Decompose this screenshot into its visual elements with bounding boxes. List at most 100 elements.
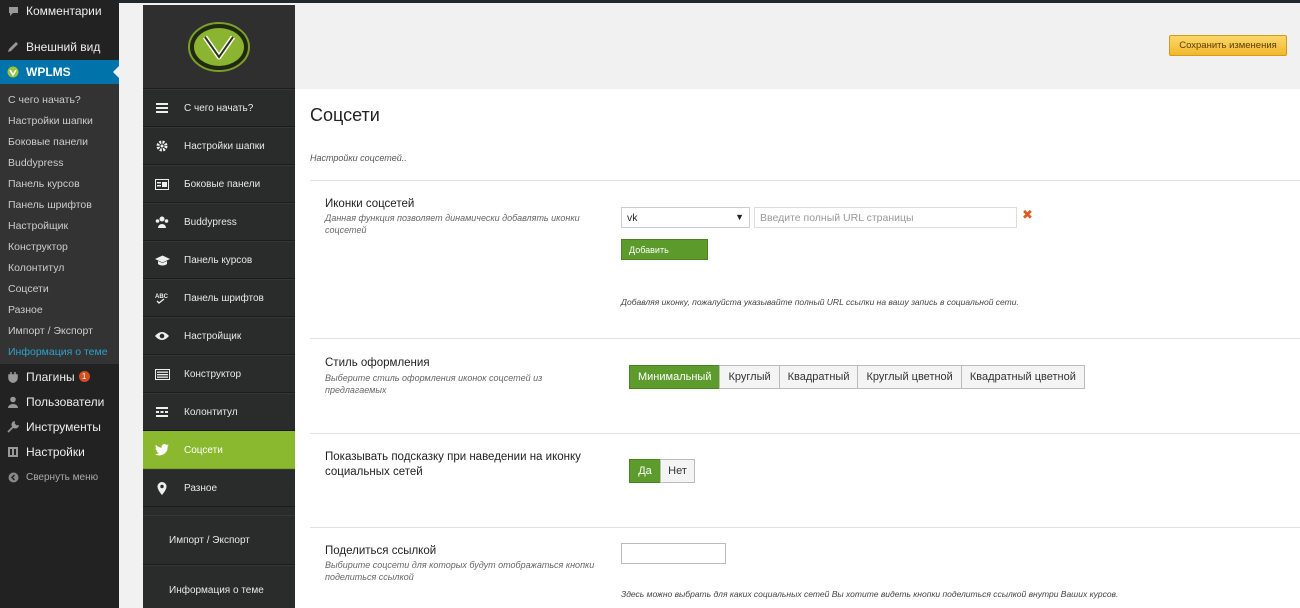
share-networks-input[interactable] — [621, 543, 726, 564]
style-option-minimal[interactable]: Минимальный — [629, 365, 721, 389]
theme-options-sidebar: С чего начать? Настройки шапки Боковые п… — [143, 5, 295, 608]
paintbrush-icon — [6, 40, 20, 54]
theme-logo — [143, 5, 295, 89]
user-icon — [6, 395, 20, 409]
wp-menu-label: WPLMS — [26, 65, 71, 79]
wp-submenu-item[interactable]: Buddypress — [0, 153, 119, 174]
wp-menu-label: Пользователи — [26, 394, 105, 409]
wp-submenu-item[interactable]: Боковые панели — [0, 132, 119, 153]
opt-item-label: Колонтитул — [184, 406, 238, 418]
social-network-select[interactable]: vk ▼ — [621, 207, 750, 228]
wp-submenu: С чего начать? Настройки шапки Боковые п… — [0, 84, 119, 364]
options-header — [295, 5, 1300, 89]
opt-item-label: С чего начать? — [184, 102, 254, 114]
wp-menu-label: Свернуть меню — [26, 471, 99, 483]
add-social-button[interactable]: Добавить — [621, 239, 708, 260]
tooltip-no-button[interactable]: Нет — [660, 459, 695, 483]
wp-menu-settings[interactable]: Настройки — [0, 439, 119, 464]
map-pin-icon — [154, 481, 170, 495]
style-button-group: Минимальный Круглый Квадратный Круглый ц… — [629, 365, 1085, 389]
save-changes-button[interactable]: Сохранить изменения — [1169, 35, 1287, 56]
wp-submenu-item-current[interactable]: Информация о теме — [0, 342, 119, 363]
wp-menu-label: Плагины — [26, 369, 75, 384]
opt-item-label: Конструктор — [184, 368, 242, 380]
settings-icon — [6, 445, 20, 459]
wp-menu-tools[interactable]: Инструменты — [0, 414, 119, 439]
style-option-square[interactable]: Квадратный — [778, 365, 859, 389]
tooltip-toggle-group: Да Нет — [629, 459, 695, 483]
opt-item-builder[interactable]: Конструктор — [143, 355, 295, 393]
divider — [310, 527, 1300, 528]
opt-item-misc[interactable]: Разное — [143, 469, 295, 507]
opt-item-buddypress[interactable]: Buddypress — [143, 203, 295, 241]
style-option-square-color[interactable]: Квадратный цветной — [960, 365, 1085, 389]
opt-item-theme-info[interactable]: Информация о теме — [143, 565, 295, 608]
opt-item-header[interactable]: Настройки шапки — [143, 127, 295, 165]
wp-submenu-item[interactable]: Разное — [0, 300, 119, 321]
opt-item-label: Боковые панели — [184, 178, 261, 190]
opt-item-courses[interactable]: Панель курсов — [143, 241, 295, 279]
social-icons-hint: Добавляя иконку, пожалуйста указывайте п… — [621, 297, 1019, 307]
remove-icon[interactable]: ✖ — [1022, 207, 1033, 223]
wplms-logo-icon — [188, 21, 250, 72]
share-hint: Здесь можно выбрать для каких социальных… — [621, 589, 1119, 599]
eye-icon — [154, 329, 170, 343]
opt-item-label: Информация о теме — [169, 584, 264, 596]
wp-submenu-item[interactable]: Соцсети — [0, 279, 119, 300]
twitter-bird-icon — [154, 443, 170, 457]
social-url-input[interactable]: Введите полный URL страницы — [754, 207, 1017, 228]
opt-item-sidebars[interactable]: Боковые панели — [143, 165, 295, 203]
group-icon — [154, 215, 170, 229]
divider — [310, 338, 1300, 339]
sidebar-icon — [154, 177, 170, 191]
wp-menu-label: Настройки — [26, 444, 85, 459]
opt-item-label: Соцсети — [184, 444, 223, 456]
wp-menu-comments[interactable]: Комментарии — [0, 0, 119, 22]
opt-item-label: Панель курсов — [184, 254, 253, 266]
comment-icon — [6, 4, 20, 18]
graduation-cap-icon — [154, 253, 170, 267]
plugin-icon — [6, 370, 20, 384]
gear-icon — [154, 139, 170, 153]
opt-item-fonts[interactable]: ABC Панель шрифтов — [143, 279, 295, 317]
opt-item-label: Настройки шапки — [184, 140, 265, 152]
wp-submenu-item[interactable]: Колонтитул — [0, 258, 119, 279]
wp-submenu-item[interactable]: С чего начать? — [0, 90, 119, 111]
wp-menu-label: Внешний вид — [26, 40, 101, 54]
wp-menu-users[interactable]: Пользователи — [0, 389, 119, 414]
opt-item-label: Импорт / Экспорт — [169, 534, 250, 546]
dropdown-arrow-icon: ▼ — [735, 212, 744, 222]
wp-submenu-item[interactable]: Импорт / Экспорт — [0, 321, 119, 342]
wp-menu-plugins[interactable]: Плагины 1 — [0, 364, 119, 389]
wp-menu-label: Инструменты — [26, 419, 101, 434]
svg-text:ABC: ABC — [155, 294, 169, 300]
opt-item-social[interactable]: Соцсети — [143, 431, 295, 469]
wp-submenu-item[interactable]: Панель курсов — [0, 174, 119, 195]
collapse-icon — [6, 470, 20, 484]
opt-item-customizer[interactable]: Настройщик — [143, 317, 295, 355]
section-title-share: Поделиться ссылкой — [325, 545, 437, 557]
divider — [310, 180, 1300, 181]
tooltip-yes-button[interactable]: Да — [629, 459, 661, 483]
wp-submenu-item[interactable]: Конструктор — [0, 237, 119, 258]
opt-item-footer[interactable]: Колонтитул — [143, 393, 295, 431]
opt-item-getting-started[interactable]: С чего начать? — [143, 89, 295, 127]
wp-submenu-item[interactable]: Настройщик — [0, 216, 119, 237]
select-value: vk — [627, 211, 638, 224]
opt-item-import-export[interactable]: Импорт / Экспорт — [143, 515, 295, 565]
style-option-round-color[interactable]: Круглый цветной — [857, 365, 962, 389]
section-desc-share: Выбирите соцсети для которых будут отобр… — [325, 560, 595, 582]
section-title-style: Стиль оформления — [325, 357, 430, 369]
divider — [310, 433, 1300, 434]
admin-bar-edge — [119, 0, 1300, 3]
wp-menu-appearance[interactable]: Внешний вид — [0, 34, 119, 60]
wp-menu-wplms[interactable]: WPLMS — [0, 60, 119, 84]
wp-submenu-item[interactable]: Панель шрифтов — [0, 195, 119, 216]
menu-icon — [154, 101, 170, 115]
wp-submenu-item[interactable]: Настройки шапки — [0, 111, 119, 132]
page-title: Соцсети — [310, 105, 380, 125]
section-desc-style: Выберите стиль оформления иконок соцсете… — [325, 373, 543, 395]
style-option-round[interactable]: Круглый — [719, 365, 780, 389]
options-content: Соцсети Настройки соцсетей.. Иконки соцс… — [295, 89, 1300, 608]
wp-menu-collapse[interactable]: Свернуть меню — [0, 464, 119, 490]
